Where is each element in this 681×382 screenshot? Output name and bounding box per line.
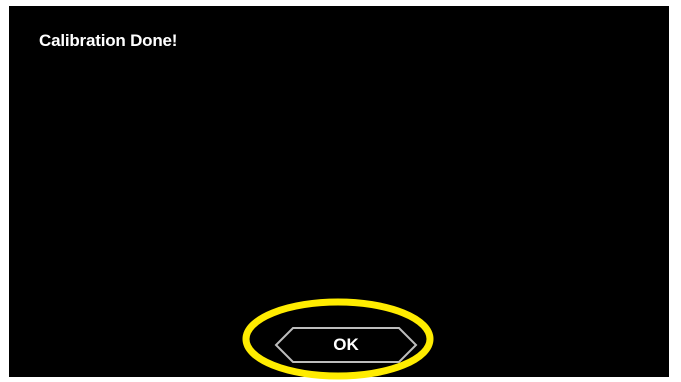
calibration-done-message: Calibration Done! [39, 31, 178, 50]
ok-button-label: OK [333, 335, 359, 354]
calibration-screen: Calibration Done! OK [9, 6, 669, 377]
ok-button[interactable]: OK [273, 325, 419, 365]
